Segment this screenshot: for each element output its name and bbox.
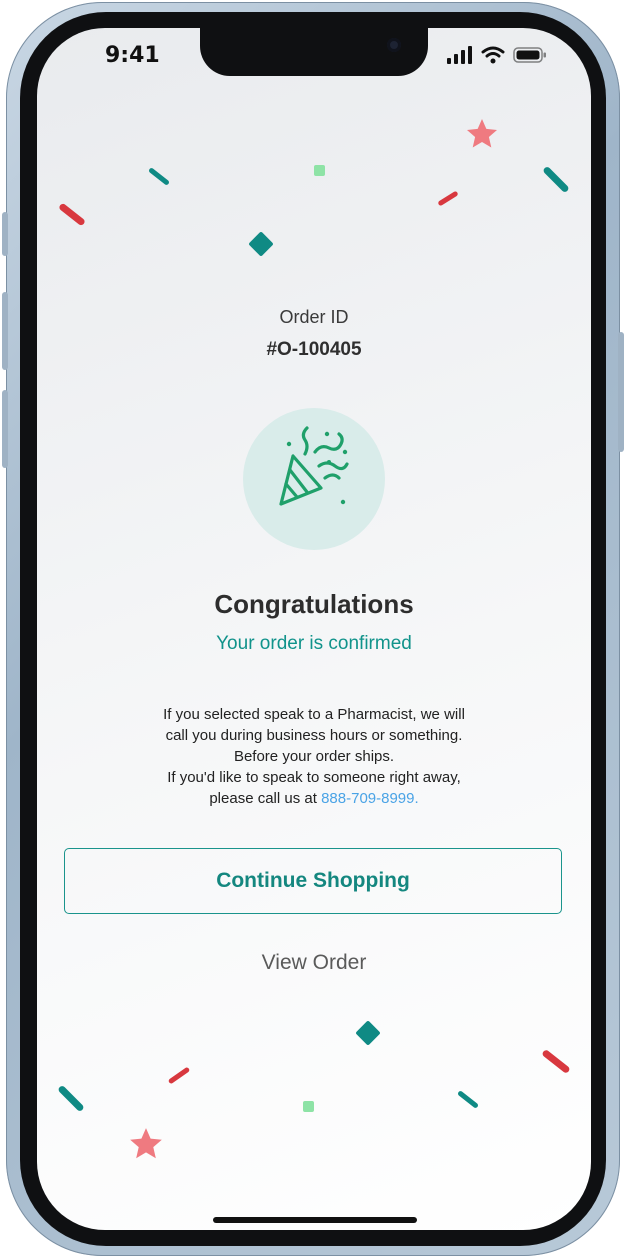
confetti-piece [457, 1090, 479, 1109]
volume-up-button [2, 292, 8, 370]
message-line: call you during business hours or someth… [165, 727, 463, 744]
message-line: Before your order ships. [233, 748, 395, 765]
message-call-text: please call us at [209, 790, 317, 807]
phone-number-link[interactable]: 888-709-8999. [321, 790, 419, 807]
confirmation-title: Congratulations [214, 589, 414, 619]
status-time: 9:41 [105, 43, 160, 68]
party-popper-icon [279, 426, 349, 506]
confetti-piece [303, 1101, 314, 1112]
celebration-badge [243, 408, 385, 550]
notch [200, 28, 428, 76]
message-line: If you selected speak to a Pharmacist, w… [163, 706, 465, 723]
camera-icon [387, 38, 401, 52]
message-line: please call us at 888-709-8999. [114, 788, 514, 809]
home-indicator[interactable] [213, 1217, 417, 1223]
cellular-signal-icon [447, 46, 472, 64]
confetti-piece [437, 190, 459, 207]
confetti-piece [167, 1066, 191, 1085]
volume-down-button [2, 390, 8, 468]
confetti-piece [314, 165, 325, 176]
silent-switch [2, 212, 8, 256]
battery-icon [513, 47, 546, 63]
confetti-piece [542, 165, 570, 194]
order-id-label: Order ID [279, 307, 349, 327]
confetti-piece [248, 231, 274, 257]
star-icon [467, 119, 497, 148]
power-button [618, 332, 624, 452]
confirmation-screen: 9:41 Order ID #O-100405 Congratulations … [37, 28, 591, 1230]
wifi-icon [481, 46, 505, 64]
confetti-piece [148, 167, 170, 186]
order-id-value: #O-100405 [266, 339, 362, 360]
pharmacist-message: If you selected speak to a Pharmacist, w… [114, 704, 514, 809]
confetti-piece [355, 1020, 381, 1046]
confirmation-subtitle: Your order is confirmed [216, 633, 412, 654]
continue-shopping-button[interactable]: Continue Shopping [64, 848, 562, 914]
confetti-piece [58, 202, 86, 227]
star-icon [130, 1128, 162, 1159]
confetti-piece [57, 1084, 85, 1113]
status-icons [447, 46, 547, 64]
view-order-link[interactable]: View Order [37, 951, 591, 975]
confetti-piece [541, 1048, 571, 1075]
message-line: If you'd like to speak to someone right … [167, 769, 461, 786]
